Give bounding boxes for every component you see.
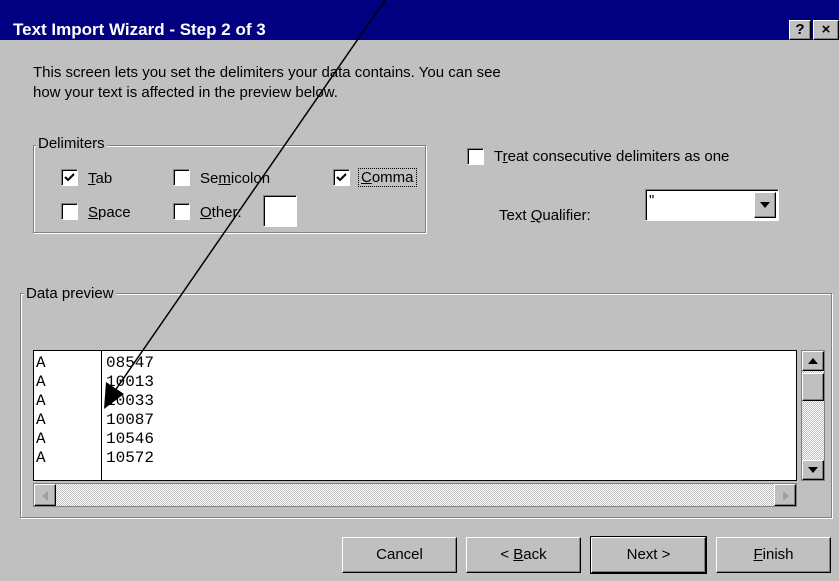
data-preview-legend: Data preview [24,285,116,302]
help-button[interactable]: ? [789,20,811,40]
other-checkbox[interactable] [173,203,190,220]
intro-line-2: how your text is affected in the preview… [33,84,338,101]
tab-label[interactable]: Tab [88,170,112,187]
tab-checkbox[interactable] [61,169,78,186]
down-arrow-icon [808,467,818,473]
cancel-button[interactable]: Cancel [342,537,457,573]
treat-consecutive-label[interactable]: Treat consecutive delimiters as one [494,148,729,165]
intro-text: This screen lets you set the delimiters … [33,63,633,103]
text-qualifier-label: Text Qualifier: [499,207,591,224]
chevron-down-icon [760,202,770,208]
horizontal-scrollbar[interactable] [33,483,797,507]
treat-consecutive-checkbox[interactable] [467,148,484,165]
intro-line-1: This screen lets you set the delimiters … [33,64,501,81]
window-title: Text Import Wizard - Step 2 of 3 [13,20,266,39]
comma-label[interactable]: Comma [358,168,417,187]
close-button[interactable]: × [813,20,839,40]
scroll-right-button[interactable] [774,484,796,506]
other-input[interactable] [263,195,297,227]
up-arrow-icon [808,358,818,364]
back-button[interactable]: < Back [466,537,581,573]
finish-button[interactable]: Finish [716,537,831,573]
left-arrow-icon [42,491,48,501]
semicolon-label[interactable]: Semicolon [200,170,270,187]
scroll-left-button[interactable] [34,484,56,506]
semicolon-checkbox[interactable] [173,169,190,186]
checkmark-icon [64,173,75,182]
scroll-down-button[interactable] [802,460,824,480]
scroll-up-button[interactable] [802,351,824,371]
other-label[interactable]: Other: [200,204,242,221]
next-button[interactable]: Next > [590,536,707,574]
text-qualifier-select[interactable]: " [645,189,779,221]
space-label[interactable]: Space [88,204,131,221]
comma-checkbox[interactable] [333,169,350,186]
vertical-scrollbar[interactable] [801,350,825,481]
dropdown-button[interactable] [754,192,776,218]
vertical-scroll-thumb[interactable] [802,373,824,401]
right-arrow-icon [783,491,789,501]
data-preview-grid[interactable]: A 08547 A 10013 A 10033 A 10087 A 10546 A 1057… [33,350,797,481]
title-bar: Text Import Wizard - Step 2 of 3 ? × [0,0,839,40]
space-checkbox[interactable] [61,203,78,220]
column-break[interactable] [101,351,102,480]
delimiters-legend: Delimiters [36,135,107,152]
text-qualifier-value: " [649,192,655,209]
checkmark-icon [336,173,347,182]
